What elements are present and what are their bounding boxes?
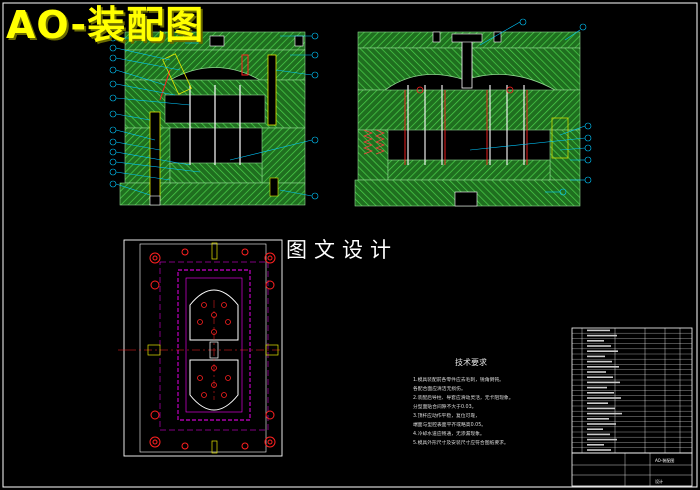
technical-note-line: 端面与型腔表面平齐或略高0.05。 bbox=[413, 423, 487, 428]
drawing-caption: 图文设计 bbox=[286, 238, 398, 262]
table-cell-text bbox=[587, 366, 619, 368]
table-cell-text bbox=[587, 350, 618, 352]
technical-note-line: 5.模具外形尺寸及安装尺寸应符合图纸要求。 bbox=[413, 441, 509, 446]
table-cell-text bbox=[587, 376, 613, 378]
table-cell-text bbox=[587, 345, 611, 347]
title-block-label-b: 设计 bbox=[655, 478, 663, 484]
title-block: AO-装配图 设计 bbox=[571, 452, 693, 487]
technical-note-line: 3.顶杆应动作平稳，复位可靠， bbox=[413, 414, 480, 419]
table-cell-text bbox=[587, 334, 617, 337]
plan-view bbox=[118, 239, 283, 457]
table-cell-text bbox=[587, 340, 604, 342]
technical-note-line: 4.冷却水道应畅通，无渗漏现象。 bbox=[413, 432, 485, 437]
table-cell-text bbox=[587, 438, 617, 441]
right-section-view bbox=[354, 18, 592, 207]
table-cell-text bbox=[587, 386, 607, 389]
table-cell-text bbox=[587, 329, 610, 332]
table-cell-text bbox=[587, 371, 606, 373]
table-cell-text bbox=[587, 412, 622, 415]
table-cell-text bbox=[587, 444, 604, 446]
table-cell-text bbox=[587, 449, 611, 451]
technical-notes-title: 技术要求 bbox=[455, 358, 487, 367]
table-cell-text bbox=[587, 360, 612, 363]
table-cell-text bbox=[587, 433, 610, 436]
table-cell-text bbox=[587, 423, 616, 425]
left-section-view bbox=[109, 31, 319, 206]
table-cell-text bbox=[587, 418, 609, 420]
drawing-title: AO-装配图 bbox=[6, 3, 205, 47]
table-cell-text bbox=[587, 402, 608, 404]
title-block-label-a: AO-装配图 bbox=[655, 457, 674, 463]
parts-list-table bbox=[571, 327, 693, 454]
technical-note-line: 各配合面应清洁无损伤。 bbox=[413, 387, 466, 392]
technical-note-line: 1.模具装配前各零件应去毛刺，锐角倒钝。 bbox=[413, 378, 504, 383]
table-cell-text bbox=[587, 381, 620, 384]
table-cell-text bbox=[587, 407, 615, 410]
table-cell-text bbox=[587, 397, 621, 399]
table-cell-text bbox=[587, 428, 603, 430]
technical-note-line: 2.装配后导柱、导套应滑动灵活，无卡阻现象。 bbox=[413, 396, 514, 401]
technical-note-line: 分型面贴合间隙不大于0.03。 bbox=[413, 405, 477, 410]
table-cell-text bbox=[587, 355, 605, 358]
table-cell-text bbox=[587, 392, 614, 394]
